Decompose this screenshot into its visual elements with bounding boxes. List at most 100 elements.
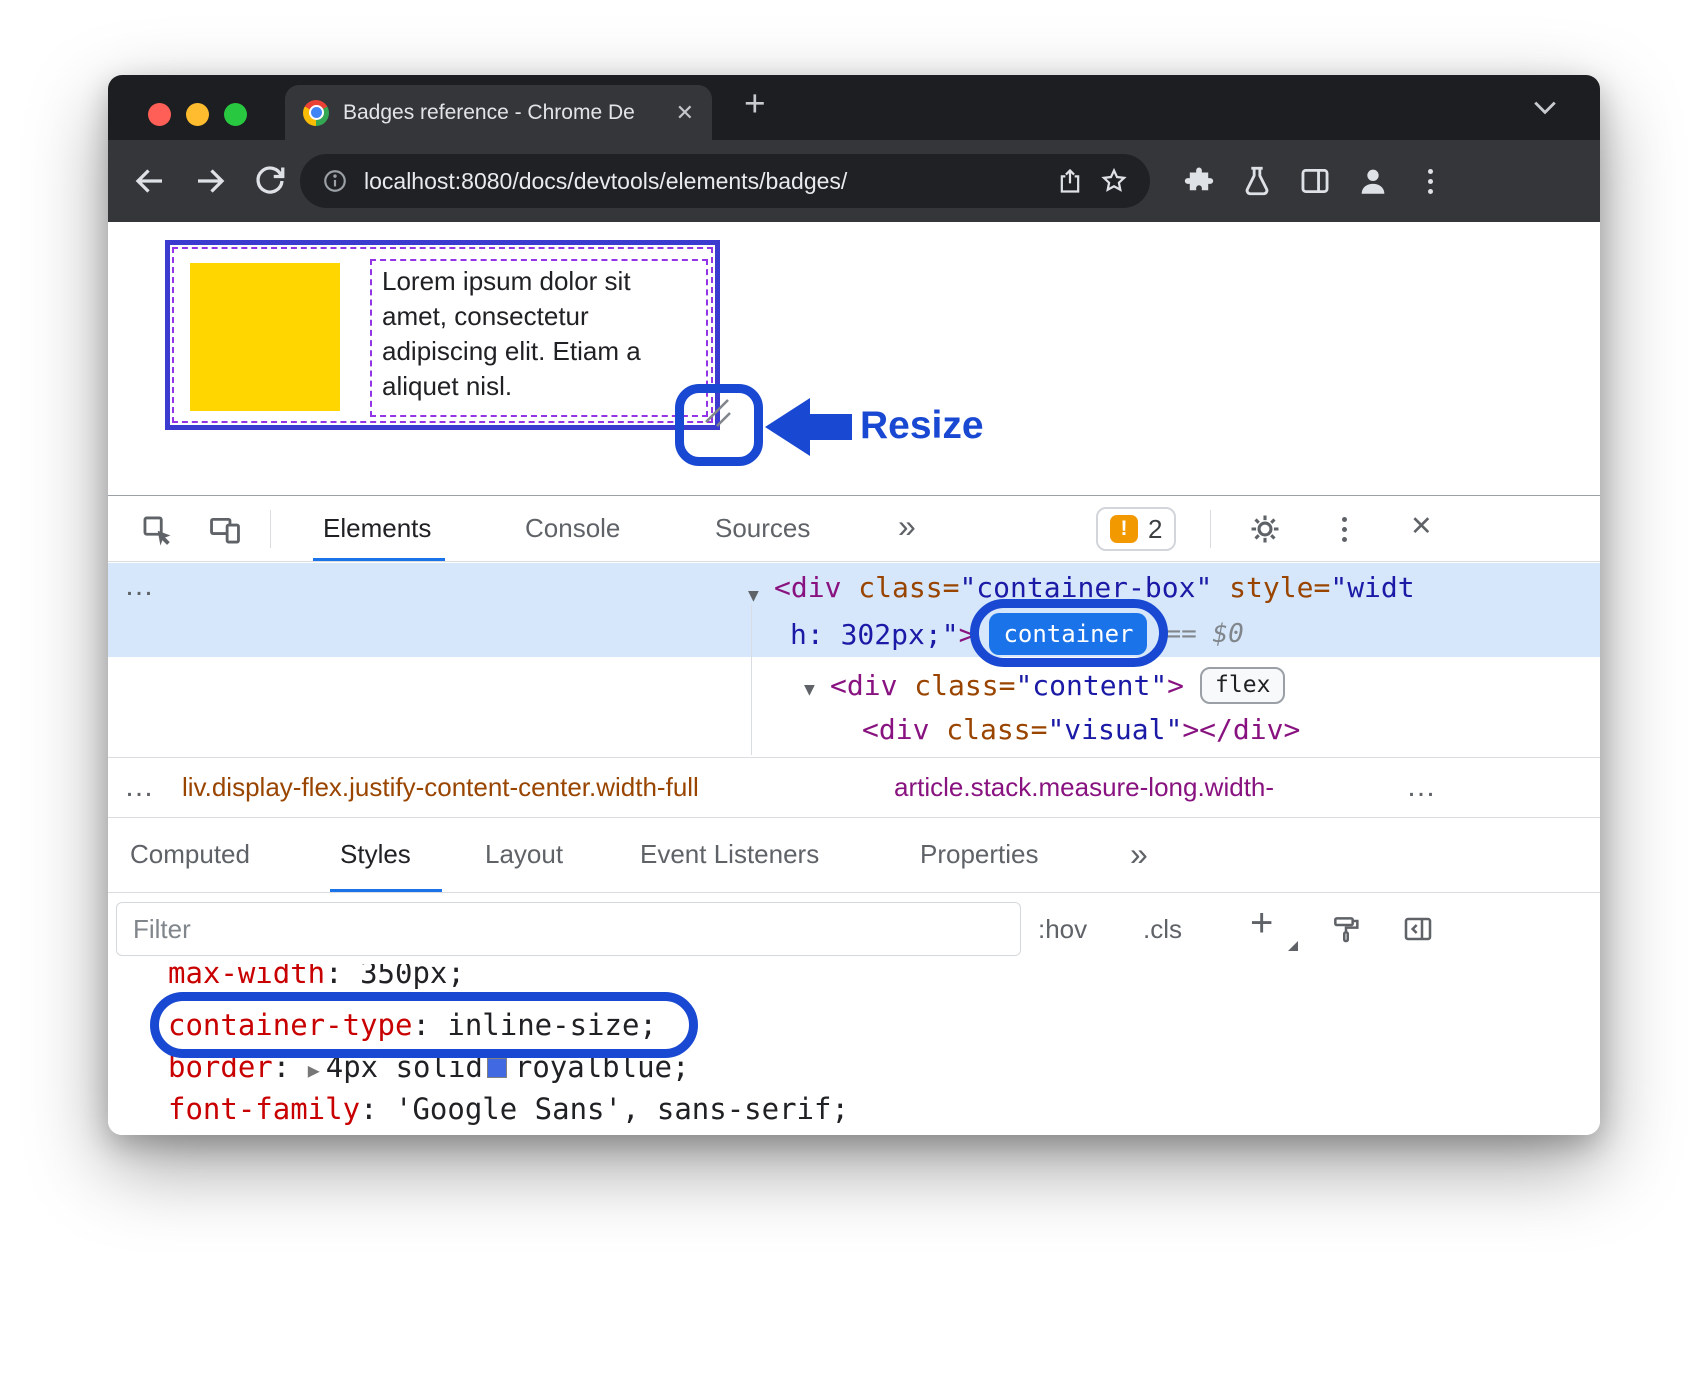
devtools-menu-icon[interactable] <box>1342 514 1347 544</box>
css-value: inline-size; <box>447 1008 657 1042</box>
browser-tab[interactable]: Badges reference - Chrome De ✕ <box>285 85 712 140</box>
visual-node-line[interactable]: <div class="visual"></div> <box>862 713 1300 746</box>
css-value: 'Google Sans', sans-serif; <box>395 1092 849 1126</box>
tab-styles[interactable]: Styles <box>340 818 411 893</box>
css-separator: : <box>273 1050 308 1084</box>
tab-elements[interactable]: Elements <box>323 496 431 562</box>
active-tab-underline <box>313 558 445 561</box>
styles-filter-input[interactable] <box>116 902 1021 956</box>
tag-token: <div <box>774 571 841 604</box>
expand-shorthand-icon[interactable]: ▶ <box>308 1058 326 1082</box>
breadcrumb-item[interactable]: article.stack.measure-long.width- <box>894 758 1274 816</box>
toolbar-divider <box>1210 510 1211 548</box>
toggle-class-button[interactable]: .cls <box>1143 893 1182 965</box>
breadcrumb-item[interactable]: liv.display-flex.justify-content-center.… <box>182 758 699 816</box>
css-declaration[interactable]: max-width: 350px; <box>168 964 465 990</box>
tag-token: <div <box>830 669 897 702</box>
settings-gear-icon[interactable] <box>1248 512 1282 546</box>
new-tab-button[interactable]: + <box>744 83 766 125</box>
css-declaration-container-type[interactable]: container-type: inline-size; <box>168 1008 657 1042</box>
inspect-element-icon[interactable] <box>140 513 174 547</box>
twisty-open-icon[interactable]: ▼ <box>748 585 759 606</box>
issues-warning-icon: ! <box>1110 515 1138 543</box>
browser-menu-icon[interactable] <box>1428 165 1433 197</box>
more-tabs-icon[interactable]: » <box>898 496 916 562</box>
tab-layout[interactable]: Layout <box>485 818 563 893</box>
yellow-visual-box <box>190 263 340 411</box>
tab-title: Badges reference - Chrome De <box>343 101 656 125</box>
tab-search-chevron-icon[interactable] <box>1532 99 1558 117</box>
close-window-button[interactable] <box>148 103 171 126</box>
url-bar[interactable]: localhost:8080/docs/devtools/elements/ba… <box>300 154 1150 208</box>
tab-close-icon[interactable]: ✕ <box>676 100 694 126</box>
css-separator: : <box>360 1092 395 1126</box>
content-node-line[interactable]: <div class="content"> flex <box>830 667 1285 704</box>
tab-sources[interactable]: Sources <box>715 496 810 562</box>
maximize-window-button[interactable] <box>224 103 247 126</box>
forward-icon[interactable] <box>192 163 228 199</box>
issues-badge[interactable]: ! 2 <box>1096 507 1176 551</box>
bookmark-star-icon[interactable] <box>1100 167 1128 195</box>
minimize-window-button[interactable] <box>186 103 209 126</box>
devtools-toolbar: Elements Console Sources » ! 2 ✕ <box>108 496 1600 562</box>
breadcrumb-overflow-left[interactable]: … <box>124 758 154 816</box>
reload-icon[interactable] <box>252 163 288 199</box>
extensions-icon[interactable] <box>1182 164 1216 198</box>
resize-grip-icon[interactable] <box>694 392 736 432</box>
rendering-emulation-icon[interactable] <box>1330 913 1362 945</box>
value-token: h: 302px;" <box>790 618 959 651</box>
css-declaration-border[interactable]: border: ▶4px solidroyalblue; <box>168 1050 689 1084</box>
tab-console[interactable]: Console <box>525 496 620 562</box>
profile-avatar-icon[interactable] <box>1356 164 1390 198</box>
css-declaration-font-family[interactable]: font-family: 'Google Sans', sans-serif; <box>168 1092 849 1126</box>
share-icon[interactable] <box>1056 167 1084 195</box>
url-text[interactable]: localhost:8080/docs/devtools/elements/ba… <box>364 168 1040 195</box>
container-badge[interactable]: container <box>989 613 1147 655</box>
new-style-rule-button[interactable]: + <box>1250 901 1273 946</box>
chrome-favicon-icon <box>303 100 329 126</box>
hidden-ancestors-button[interactable]: … <box>124 569 154 603</box>
device-toolbar-icon[interactable] <box>208 513 242 547</box>
new-style-rule-dropdown-corner <box>1288 941 1298 951</box>
value-token: "container-box" <box>959 571 1212 604</box>
tab-event-listeners[interactable]: Event Listeners <box>640 818 819 893</box>
issues-count: 2 <box>1148 514 1162 545</box>
resize-label: Resize <box>860 404 984 448</box>
tag-token: <div <box>862 713 929 746</box>
page-content: Lorem ipsum dolor sit amet, consectetur … <box>108 222 1600 495</box>
devtools-panel: Elements Console Sources » ! 2 ✕ … ▼ <di… <box>108 495 1600 1135</box>
side-panel-icon[interactable] <box>1298 164 1332 198</box>
css-value: 4px solid <box>326 1050 483 1084</box>
experiments-flask-icon[interactable] <box>1240 164 1274 198</box>
attr-token: class= <box>897 669 1015 702</box>
selected-node-line1[interactable]: <div class="container-box" style="widt <box>774 571 1415 604</box>
attr-token: style= <box>1212 571 1330 604</box>
value-token: "content" <box>1015 669 1167 702</box>
twisty-open-icon[interactable]: ▼ <box>804 679 815 700</box>
sidebar-tabs: Computed Styles Layout Event Listeners P… <box>108 817 1600 892</box>
back-icon[interactable] <box>132 163 168 199</box>
breadcrumb-bar: … liv.display-flex.justify-content-cente… <box>108 757 1600 817</box>
site-info-icon[interactable] <box>322 168 348 194</box>
styles-pane: max-width: 350px; container-type: inline… <box>108 964 1600 1135</box>
css-separator: : <box>325 964 360 990</box>
browser-toolbar: localhost:8080/docs/devtools/elements/ba… <box>108 140 1600 222</box>
selected-node-line2[interactable]: h: 302px;"> container == $0 <box>790 613 1244 655</box>
color-swatch[interactable] <box>487 1058 507 1078</box>
titlebar: Badges reference - Chrome De ✕ + <box>108 75 1600 140</box>
value-token: "visual" <box>1047 713 1182 746</box>
devtools-close-icon[interactable]: ✕ <box>1410 511 1433 542</box>
toggle-hover-state-button[interactable]: :hov <box>1038 893 1087 965</box>
styles-filter-bar: :hov .cls + <box>108 892 1600 964</box>
flex-badge[interactable]: flex <box>1200 667 1285 704</box>
toggle-sidebar-icon[interactable] <box>1402 913 1434 945</box>
breadcrumb-overflow-right[interactable]: … <box>1406 758 1436 816</box>
browser-window: Badges reference - Chrome De ✕ + localho… <box>108 75 1600 1135</box>
container-box: Lorem ipsum dolor sit amet, consectetur … <box>165 240 720 430</box>
annotation-arrow-icon <box>765 398 810 456</box>
tab-properties[interactable]: Properties <box>920 818 1039 893</box>
tab-computed[interactable]: Computed <box>130 818 250 893</box>
indent-guide <box>751 605 752 755</box>
attr-token: class= <box>929 713 1047 746</box>
more-sidebar-tabs-icon[interactable]: » <box>1130 818 1148 893</box>
